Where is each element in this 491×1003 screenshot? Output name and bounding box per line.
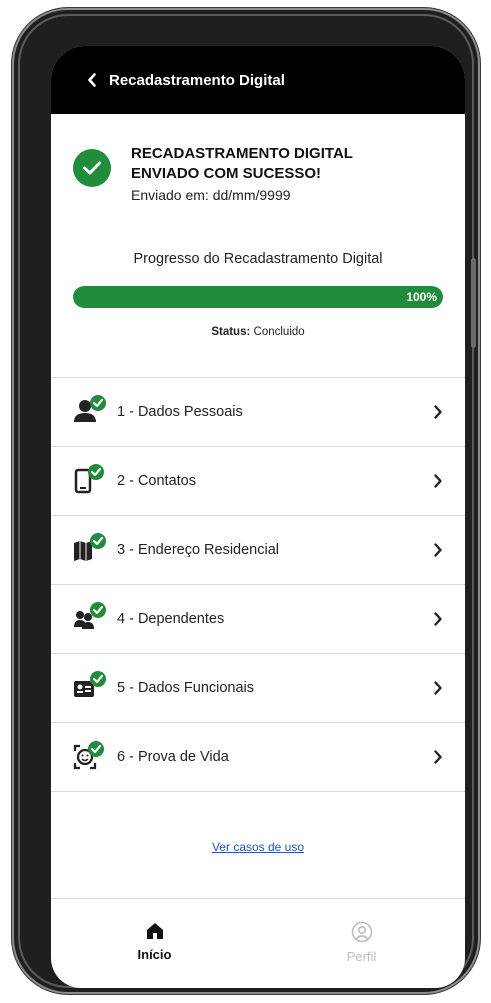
menu-item-label: 6 - Prova de Vida: [117, 749, 229, 765]
map-check-icon: [71, 530, 111, 570]
check-circle-icon: [73, 149, 111, 187]
menu-item-dados-pessoais[interactable]: 1 - Dados Pessoais: [51, 378, 465, 447]
menu-item-prova-de-vida[interactable]: 6 - Prova de Vida: [51, 723, 465, 792]
app-header: Recadastramento Digital: [51, 46, 465, 114]
success-text: RECADASTRAMENTO DIGITAL ENVIADO COM SUCE…: [131, 144, 391, 203]
status-text: Status: Concluido: [51, 326, 465, 338]
menu-item-label: 3 - Endereço Residencial: [117, 542, 280, 558]
page-title: Recadastramento Digital: [109, 71, 285, 89]
profile-icon: [351, 921, 372, 943]
menu-item-contatos[interactable]: 2 - Contatos: [51, 447, 465, 516]
chevron-left-icon[interactable]: [77, 65, 107, 95]
chevron-right-icon: [434, 405, 442, 419]
menu-item-endereco-residencial[interactable]: 3 - Endereço Residencial: [51, 516, 465, 585]
nav-label-inicio: Início: [137, 947, 172, 962]
progress-bar: 100%: [73, 286, 443, 308]
menu-item-label: 4 - Dependentes: [117, 611, 225, 627]
phone-check-icon: [71, 461, 111, 501]
section-list: 1 - Dados Pessoais 2 - Contatos 3 - Ende…: [51, 377, 465, 792]
bottom-nav: Início Perfil: [51, 898, 465, 988]
id-card-check-icon: [71, 668, 111, 708]
success-message: RECADASTRAMENTO DIGITAL ENVIADO COM SUCE…: [73, 144, 391, 203]
chevron-right-icon: [434, 474, 442, 488]
face-scan-check-icon: [71, 737, 111, 777]
success-title-line1: RECADASTRAMENTO DIGITAL: [131, 145, 353, 162]
menu-item-dados-funcionais[interactable]: 5 - Dados Funcionais: [51, 654, 465, 723]
progress-label: Progresso do Recadastramento Digital: [133, 251, 383, 267]
side-button: [471, 258, 476, 348]
menu-item-label: 1 - Dados Pessoais: [117, 404, 243, 420]
menu-item-label: 2 - Contatos: [117, 473, 196, 489]
nav-item-inicio[interactable]: Início: [51, 899, 258, 988]
home-icon: [146, 923, 163, 939]
menu-item-dependentes[interactable]: 4 - Dependentes: [51, 585, 465, 654]
menu-item-label: 5 - Dados Funcionais: [117, 680, 255, 696]
chevron-right-icon: [434, 543, 442, 557]
chevron-right-icon: [434, 612, 442, 626]
progress-fill: 100%: [73, 286, 443, 308]
progress-value: 100%: [406, 290, 437, 304]
chevron-right-icon: [434, 750, 442, 764]
app-screen: Recadastramento Digital RECADASTRAMENTO …: [51, 46, 465, 988]
status-label: Status:: [211, 326, 251, 338]
status-value: Concluido: [253, 326, 305, 338]
people-check-icon: [71, 599, 111, 639]
nav-label-perfil: Perfil: [346, 949, 377, 964]
person-check-icon: [71, 392, 111, 432]
phone-frame: Recadastramento Digital RECADASTRAMENTO …: [12, 8, 480, 994]
success-title-line2: ENVIADO COM SUCESSO!: [131, 165, 322, 182]
use-cases-link-wrapper: Ver casos de uso: [51, 838, 465, 856]
chevron-right-icon: [434, 681, 442, 695]
sent-date: Enviado em: dd/mm/9999: [131, 187, 291, 203]
nav-item-perfil[interactable]: Perfil: [258, 899, 465, 988]
use-cases-link[interactable]: Ver casos de uso: [212, 840, 304, 854]
